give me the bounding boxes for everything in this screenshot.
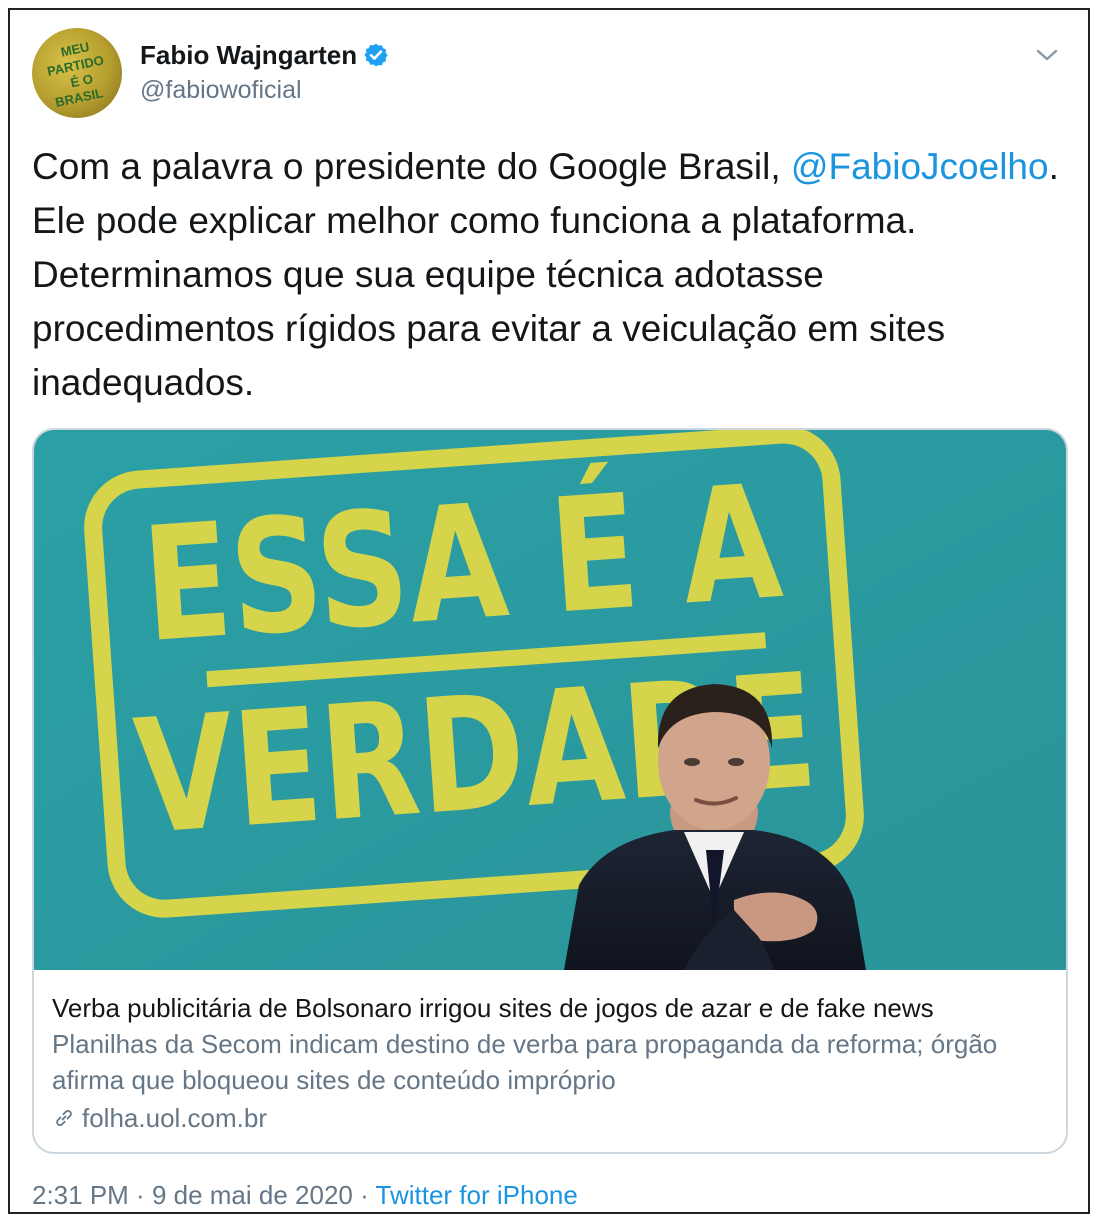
avatar-text-4: BRASIL xyxy=(54,85,105,110)
card-description: Planilhas da Secom indicam destino de ve… xyxy=(52,1029,998,1095)
display-name-row: Fabio Wajngarten xyxy=(140,38,389,72)
tweet-meta: 2:31 PM · 9 de mai de 2020 · Twitter for… xyxy=(32,1180,578,1211)
card-title: Verba publicitária de Bolsonaro irrigou … xyxy=(52,993,934,1023)
tweet-date[interactable]: 9 de mai de 2020 xyxy=(152,1180,353,1210)
display-name[interactable]: Fabio Wajngarten xyxy=(140,40,357,71)
handle[interactable]: @fabiowoficial xyxy=(140,76,389,105)
tweet-header: MEU PARTIDO É O BRASIL Fabio Wajngarten … xyxy=(32,24,1074,124)
tweet-text: Com a palavra o presidente do Google Bra… xyxy=(32,140,1062,410)
tweet-frame: MEU PARTIDO É O BRASIL Fabio Wajngarten … xyxy=(8,8,1090,1214)
card-image: ESSA É A VERDADE xyxy=(34,430,1066,970)
author-names: Fabio Wajngarten @fabiowoficial xyxy=(140,38,389,105)
tweet-time[interactable]: 2:31 PM xyxy=(32,1180,129,1210)
mention-link[interactable]: @FabioJcoelho xyxy=(791,146,1049,187)
link-icon xyxy=(56,1110,72,1126)
chevron-down-icon[interactable] xyxy=(1032,40,1062,70)
card-link-row: folha.uol.com.br xyxy=(52,1100,1048,1136)
tweet-source-link[interactable]: Twitter for iPhone xyxy=(376,1180,578,1210)
avatar[interactable]: MEU PARTIDO É O BRASIL xyxy=(32,28,122,118)
meta-separator-2: · xyxy=(352,1180,376,1210)
tweet-text-before: Com a palavra o presidente do Google Bra… xyxy=(32,146,791,187)
meta-separator-1: · xyxy=(128,1180,152,1210)
verified-badge-icon xyxy=(364,43,388,67)
card-body: Verba publicitária de Bolsonaro irrigou … xyxy=(52,990,1048,1136)
avatar-image: MEU PARTIDO É O BRASIL xyxy=(46,39,105,110)
link-card[interactable]: ESSA É A VERDADE Verba publicitária de B xyxy=(32,428,1068,1154)
card-domain: folha.uol.com.br xyxy=(82,1103,267,1133)
